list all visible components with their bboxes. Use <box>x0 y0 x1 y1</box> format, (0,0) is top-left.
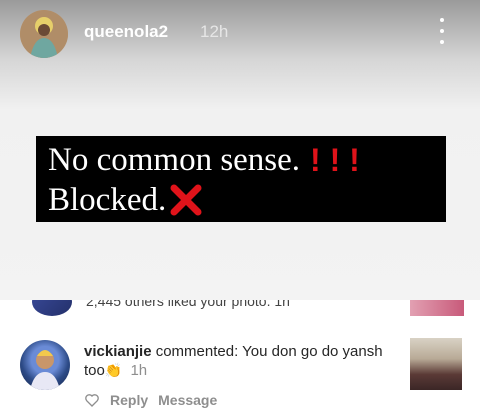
story-header: queenola2 12h <box>0 0 480 70</box>
comment-time: 1h <box>130 362 148 379</box>
message-button[interactable]: Message <box>158 392 217 408</box>
comment-action: commented: <box>155 343 239 360</box>
post-thumbnail[interactable] <box>410 338 462 390</box>
exclamation-marks-icon: ! ! ! <box>310 142 360 178</box>
story-time: 12h <box>200 22 229 41</box>
comment-actions: Reply Message <box>84 392 217 408</box>
list-item[interactable]: vickianjie commented: You don go do yans… <box>0 336 480 416</box>
story-caption: No common sense. ! ! ! Blocked. <box>36 136 446 222</box>
caption-text-1: No common sense. <box>48 142 301 178</box>
list-item[interactable]: 2,445 others liked your photo. 1h <box>0 300 480 326</box>
post-thumbnail[interactable] <box>410 300 464 316</box>
more-options-icon[interactable] <box>434 18 450 44</box>
comment-text: vickianjie commented: You don go do yans… <box>84 342 394 380</box>
heart-icon[interactable] <box>84 392 100 408</box>
clapping-hands-icon: 👏 <box>104 362 123 378</box>
reply-button[interactable]: Reply <box>110 392 148 408</box>
caption-line-1: No common sense. ! ! ! <box>48 140 434 180</box>
caption-text-2: Blocked. <box>48 182 167 218</box>
cross-mark-icon <box>168 182 204 218</box>
commenter-username[interactable]: vickianjie <box>84 343 152 360</box>
notification-text: 2,445 others liked your photo. 1h <box>86 300 290 309</box>
activity-panel: 2,445 others liked your photo. 1h vickia… <box>0 300 480 420</box>
avatar[interactable] <box>32 300 72 316</box>
avatar[interactable] <box>20 10 68 58</box>
commenter-avatar[interactable] <box>20 340 70 390</box>
username[interactable]: queenola2 <box>84 22 168 42</box>
caption-line-2: Blocked. <box>48 180 434 220</box>
